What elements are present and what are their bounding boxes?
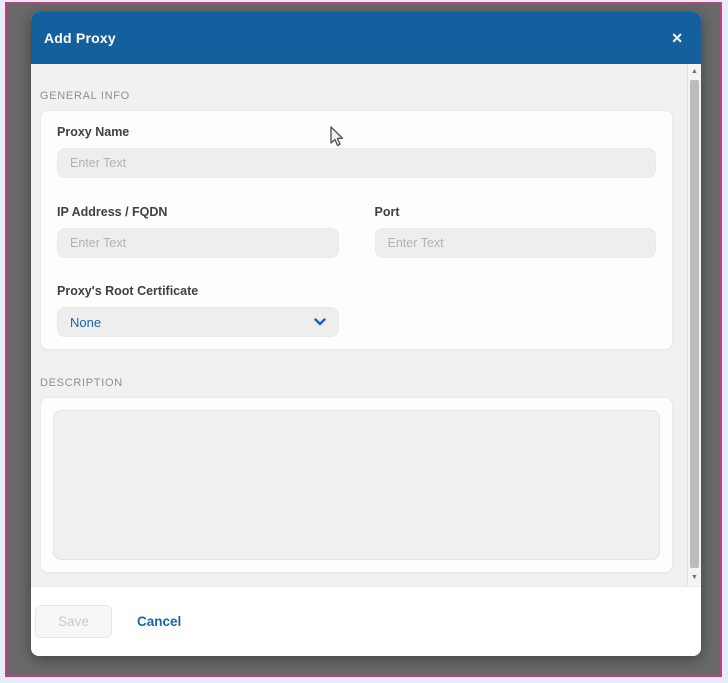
scroll-up-icon[interactable]: ▲: [688, 64, 701, 80]
port-label: Port: [374, 205, 400, 219]
ip-address-field-group: IP Address / FQDN: [57, 205, 339, 258]
screen: Add Proxy ✕ GENERAL INFO Proxy Name IP A…: [0, 0, 728, 683]
description-card: [40, 397, 673, 573]
chevron-down-icon: [313, 318, 326, 326]
description-heading: DESCRIPTION: [40, 377, 123, 389]
close-icon[interactable]: ✕: [671, 31, 683, 45]
proxy-name-input[interactable]: [57, 148, 656, 178]
dialog-body: GENERAL INFO Proxy Name IP Address / FQD…: [31, 64, 701, 586]
dialog-title: Add Proxy: [44, 30, 116, 46]
general-info-card: Proxy Name IP Address / FQDN Port: [40, 110, 673, 350]
general-info-heading: GENERAL INFO: [40, 90, 130, 102]
root-certificate-field-group: Proxy's Root Certificate None: [57, 284, 339, 337]
scroll-down-icon[interactable]: ▼: [688, 570, 701, 586]
cancel-button[interactable]: Cancel: [137, 614, 181, 629]
port-input[interactable]: [374, 228, 656, 258]
description-textarea[interactable]: [53, 410, 660, 560]
proxy-name-label: Proxy Name: [57, 125, 130, 139]
vertical-scrollbar[interactable]: ▲ ▼: [687, 64, 701, 586]
root-certificate-selected-value: None: [70, 314, 102, 330]
dialog-footer: Save Cancel: [31, 586, 701, 656]
root-certificate-select[interactable]: None: [57, 307, 339, 337]
dialog-header: Add Proxy ✕: [31, 12, 701, 64]
ip-address-label: IP Address / FQDN: [57, 205, 168, 219]
save-button[interactable]: Save: [35, 605, 112, 638]
port-field-group: Port: [374, 205, 656, 258]
root-certificate-label: Proxy's Root Certificate: [57, 284, 199, 298]
add-proxy-dialog: Add Proxy ✕ GENERAL INFO Proxy Name IP A…: [31, 12, 701, 656]
scrollbar-thumb[interactable]: [690, 80, 699, 568]
ip-address-input[interactable]: [57, 228, 339, 258]
